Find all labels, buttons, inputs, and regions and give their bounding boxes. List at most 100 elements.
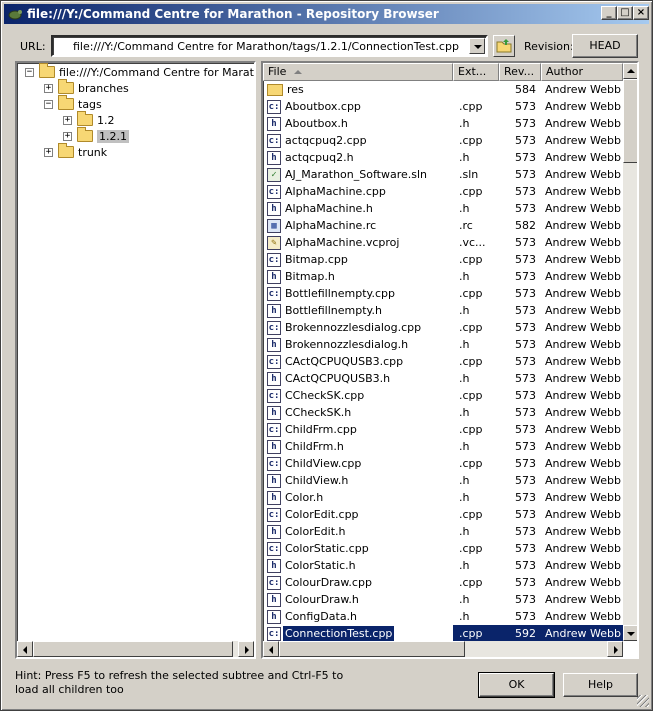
column-label: File (268, 65, 287, 78)
scroll-right-button[interactable] (607, 641, 623, 657)
scroll-up-button[interactable] (623, 63, 637, 79)
tree-horizontal-scrollbar[interactable] (17, 641, 254, 657)
scroll-thumb[interactable] (33, 641, 233, 657)
scroll-right-button[interactable] (238, 641, 254, 657)
file-row[interactable]: c: ChildView.cpp .cpp 573 Andrew Webb (263, 455, 623, 472)
file-row[interactable]: c: ChildFrm.cpp .cpp 573 Andrew Webb (263, 421, 623, 438)
file-author: Andrew Webb (545, 219, 621, 232)
cpp-file-icon: c: (267, 286, 281, 301)
tree-node-1-2-1[interactable]: + 1.2.1 (63, 127, 129, 144)
file-author: Andrew Webb (545, 253, 621, 266)
file-extension: .h (459, 117, 470, 130)
arrow-left-icon (269, 646, 273, 654)
file-cell: c: ColorStatic.cpp (263, 541, 453, 556)
url-dropdown-button[interactable] (469, 38, 485, 54)
minimize-button[interactable]: _ (601, 6, 617, 20)
file-cell: c: ChildView.cpp (263, 456, 453, 471)
file-row[interactable]: c: Aboutbox.cpp .cpp 573 Andrew Webb (263, 98, 623, 115)
file-row[interactable]: c: ColorStatic.cpp .cpp 573 Andrew Webb (263, 540, 623, 557)
file-row[interactable]: c: Bottlefillnempty.cpp .cpp 573 Andrew Webb (263, 285, 623, 302)
file-extension: .h (459, 202, 470, 215)
ok-button[interactable]: OK (478, 672, 555, 698)
file-row[interactable]: h ChildView.h .h 573 Andrew Webb (263, 472, 623, 489)
file-row[interactable]: h Color.h .h 573 Andrew Webb (263, 489, 623, 506)
solution-file-icon: ✓ (267, 167, 281, 182)
file-row[interactable]: ✓ AJ_Marathon_Software.sln .sln 573 Andrew W… (263, 166, 623, 183)
close-button[interactable]: × (633, 6, 649, 20)
file-row[interactable]: h ColourDraw.h .h 573 Andrew Webb (263, 591, 623, 608)
file-row[interactable]: h ColorStatic.h .h 573 Andrew Webb (263, 557, 623, 574)
file-row[interactable]: h Bitmap.h .h 573 Andrew Webb (263, 268, 623, 285)
file-name: Brokennozzlesdialog.cpp (285, 321, 422, 334)
scroll-thumb[interactable] (279, 641, 465, 657)
file-row[interactable]: c: AlphaMachine.cpp .cpp 573 Andrew Webb (263, 183, 623, 200)
file-list[interactable]: File Ext... Rev... Author res 584 Andrew W… (261, 61, 639, 659)
file-row[interactable]: ✎ AlphaMachine.vcproj .vc... 573 Andrew Webb (263, 234, 623, 251)
expand-icon[interactable]: + (63, 131, 72, 141)
file-row[interactable]: c: Bitmap.cpp .cpp 573 Andrew Webb (263, 251, 623, 268)
tree-node-branches[interactable]: + branches (44, 79, 129, 96)
file-cell: h ChildView.h (263, 473, 453, 488)
file-row[interactable]: c: actqcpuq2.cpp .cpp 573 Andrew Webb (263, 132, 623, 149)
expand-icon[interactable]: + (44, 83, 53, 93)
tree-node-root[interactable]: − file:///Y:/Command Centre for Marathon (25, 63, 254, 80)
file-row[interactable]: h CCheckSK.h .h 573 Andrew Webb (263, 404, 623, 421)
file-row[interactable]: c: ColorEdit.cpp .cpp 573 Andrew Webb (263, 506, 623, 523)
collapse-icon[interactable]: − (25, 67, 34, 77)
revision-head-button[interactable]: HEAD (572, 34, 638, 58)
tree-node-tags[interactable]: − tags (44, 95, 102, 112)
file-cell: ✎ AlphaMachine.vcproj (263, 235, 453, 250)
file-name: ColorEdit.h (285, 525, 346, 538)
folder-icon (58, 95, 74, 110)
help-button[interactable]: Help (563, 673, 638, 697)
file-row[interactable]: res 584 Andrew Webb (263, 81, 623, 98)
file-row[interactable]: h CActQCPUQUSB3.h .h 573 Andrew Webb (263, 370, 623, 387)
scroll-thumb[interactable] (623, 79, 637, 163)
collapse-icon[interactable]: − (44, 99, 53, 109)
column-header-rev[interactable]: Rev... (499, 63, 541, 81)
column-header-author[interactable]: Author (541, 63, 623, 81)
cpp-file-icon: c: (267, 626, 281, 641)
file-row[interactable]: h Brokennozzlesdialog.h .h 573 Andrew Webb (263, 336, 623, 353)
scroll-left-button[interactable] (17, 641, 33, 657)
tree-node-trunk[interactable]: + trunk (44, 143, 107, 160)
repository-tree[interactable]: − file:///Y:/Command Centre for Marathon… (15, 61, 256, 659)
tree-node-1-2[interactable]: + 1.2 (63, 111, 115, 128)
file-row[interactable]: c: ConnectionTest.cpp .cpp 592 Andrew Webb (263, 625, 623, 642)
browse-folder-button[interactable] (493, 35, 515, 57)
file-row[interactable]: h Bottlefillnempty.h .h 573 Andrew Webb (263, 302, 623, 319)
file-row[interactable]: h ChildFrm.h .h 573 Andrew Webb (263, 438, 623, 455)
file-author: Andrew Webb (545, 542, 621, 555)
file-revision: 573 (515, 440, 536, 453)
scroll-left-button[interactable] (263, 641, 279, 657)
header-file-icon: h (267, 609, 281, 624)
file-row[interactable]: h ConfigData.h .h 573 Andrew Webb (263, 608, 623, 625)
file-cell: h CActQCPUQUSB3.h (263, 371, 453, 386)
file-row[interactable]: c: Brokennozzlesdialog.cpp .cpp 573 Andrew W… (263, 319, 623, 336)
column-header-file[interactable]: File (263, 63, 453, 81)
file-row[interactable]: c: CCheckSK.cpp .cpp 573 Andrew Webb (263, 387, 623, 404)
file-row[interactable]: h actqcpuq2.h .h 573 Andrew Webb (263, 149, 623, 166)
expand-icon[interactable]: + (44, 147, 53, 157)
column-header-ext[interactable]: Ext... (453, 63, 499, 81)
file-author: Andrew Webb (545, 593, 621, 606)
file-author: Andrew Webb (545, 457, 621, 470)
file-author: Andrew Webb (545, 491, 621, 504)
url-combobox[interactable]: file:///Y:/Command Centre for Marathon/t… (51, 35, 488, 57)
file-row[interactable]: c: ColourDraw.cpp .cpp 573 Andrew Webb (263, 574, 623, 591)
list-horizontal-scrollbar[interactable] (263, 641, 623, 657)
scroll-down-button[interactable] (623, 625, 637, 641)
file-row[interactable]: h Aboutbox.h .h 573 Andrew Webb (263, 115, 623, 132)
file-row[interactable]: ▦ AlphaMachine.rc .rc 582 Andrew Webb (263, 217, 623, 234)
file-name: CActQCPUQUSB3.h (285, 372, 391, 385)
file-row[interactable]: c: CActQCPUQUSB3.cpp .cpp 573 Andrew Webb (263, 353, 623, 370)
file-extension: .h (459, 151, 470, 164)
file-extension: .h (459, 372, 470, 385)
file-revision: 582 (515, 219, 536, 232)
maximize-button[interactable]: □ (617, 6, 633, 20)
list-vertical-scrollbar[interactable] (623, 63, 637, 641)
resize-grip-icon[interactable] (637, 695, 649, 707)
file-row[interactable]: h ColorEdit.h .h 573 Andrew Webb (263, 523, 623, 540)
file-row[interactable]: h AlphaMachine.h .h 573 Andrew Webb (263, 200, 623, 217)
expand-icon[interactable]: + (63, 115, 72, 125)
